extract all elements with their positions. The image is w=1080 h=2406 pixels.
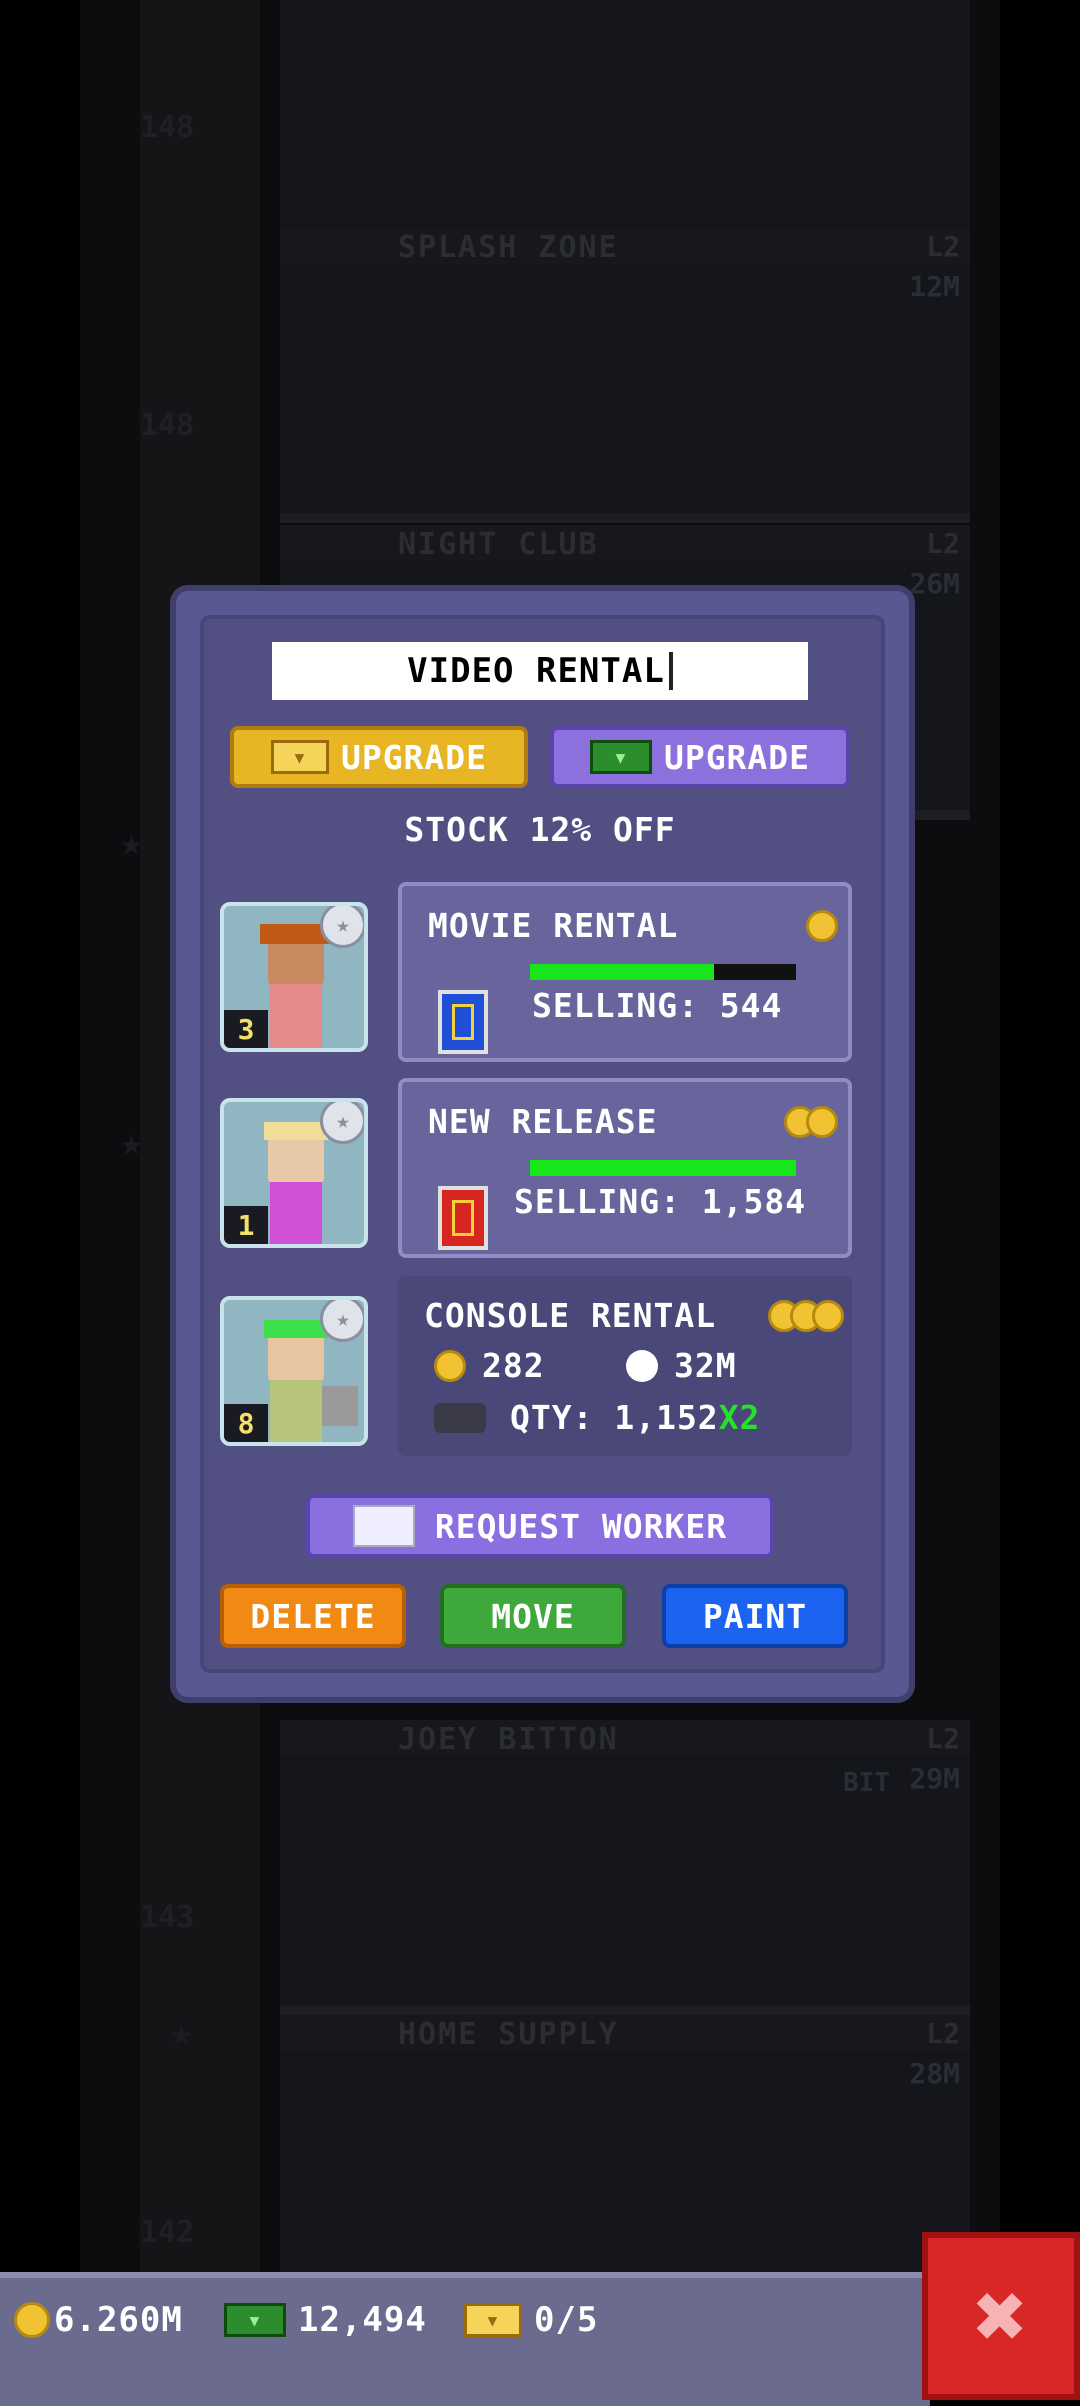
- hair-icon: [264, 1122, 328, 1140]
- store-sign: BIT: [843, 1768, 890, 1798]
- floor-header: HOME SUPPLY L2: [280, 2015, 970, 2052]
- restock-time-value: 32M: [674, 1346, 737, 1385]
- request-worker-button[interactable]: REQUEST WORKER: [306, 1494, 774, 1558]
- video-tape-icon: [438, 1186, 488, 1250]
- floor-number: 148: [140, 110, 195, 145]
- quantity-value: QTY: 1,152: [510, 1398, 719, 1437]
- golden-ticket-icon: ▼: [464, 2303, 522, 2337]
- video-tape-icon: [438, 990, 488, 1054]
- move-label: MOVE: [491, 1596, 575, 1636]
- floor-name: SPLASH ZONE: [398, 230, 619, 265]
- stock-progress-fill: [530, 964, 714, 980]
- coin-tier-icon: [784, 1106, 838, 1138]
- floor-price: 29M: [909, 1762, 960, 1795]
- golden-ticket-icon: ▼: [270, 740, 329, 774]
- floor-name: NIGHT CLUB: [398, 527, 599, 562]
- worker-level: 3: [224, 1010, 268, 1048]
- worker-body: [270, 1182, 322, 1244]
- floor-header: SPLASH ZONE L2: [280, 228, 970, 265]
- floor-level: L2: [926, 2017, 960, 2050]
- floor-header: JOEY BITTON L2: [280, 1720, 970, 1757]
- restock-cost: 282: [434, 1346, 545, 1385]
- stock-progress-bar: [530, 964, 796, 980]
- upgrade-gold-button[interactable]: ▼ UPGRADE: [230, 726, 528, 788]
- move-button[interactable]: MOVE: [440, 1584, 626, 1648]
- star-icon: ★: [120, 1120, 143, 1164]
- request-worker-label: REQUEST WORKER: [434, 1506, 728, 1546]
- coin-tier-icon: [768, 1300, 844, 1332]
- coins-value: 6.260M: [54, 2300, 183, 2340]
- star-icon: ★: [320, 906, 364, 948]
- restock-time: 32M: [626, 1346, 737, 1385]
- worker-avatar[interactable]: 3 ★: [220, 902, 368, 1052]
- restock-cost-value: 282: [482, 1346, 545, 1385]
- worker-level: 8: [224, 1404, 268, 1442]
- floor-price: 26M: [909, 567, 960, 600]
- floor-number: 142: [140, 2215, 195, 2250]
- bux-icon: ▼: [224, 2303, 286, 2337]
- hair-icon: [264, 1320, 328, 1338]
- game-controller-icon: [434, 1402, 486, 1433]
- floor-name: HOME SUPPLY: [398, 2017, 619, 2052]
- worker-level: 1: [224, 1206, 268, 1244]
- multiplier-badge: X2: [718, 1398, 761, 1437]
- coin-tier-icon: [806, 910, 838, 942]
- floor-level: L2: [926, 1722, 960, 1755]
- floor-number: 143: [140, 1900, 195, 1935]
- tickets-value: 0/5: [534, 2300, 599, 2340]
- floor-name: JOEY BITTON: [398, 1722, 619, 1757]
- floor-home-supply: HOME SUPPLY L2 28M 142: [140, 2015, 970, 2310]
- product-slot-new-release[interactable]: NEW RELEASE SELLING: 1,584: [398, 1078, 852, 1258]
- store-name-text: VIDEO RENTAL: [407, 651, 665, 691]
- store-name-input[interactable]: VIDEO RENTAL: [272, 642, 808, 700]
- product-name: MOVIE RENTAL: [428, 906, 679, 945]
- coins-display: 6.260M: [14, 2300, 183, 2340]
- mail-icon: [352, 1505, 415, 1547]
- product-slot-console-rental[interactable]: CONSOLE RENTAL 282 32M QTY: 1,152 X2: [398, 1276, 852, 1456]
- stock-progress-bar: [530, 1160, 796, 1176]
- worker-avatar[interactable]: 1 ★: [220, 1098, 368, 1248]
- floor-price: 12M: [909, 270, 960, 303]
- upgrade-bux-label: UPGRADE: [663, 737, 811, 777]
- worker-avatar[interactable]: 8 ★: [220, 1296, 368, 1446]
- selling-count: SELLING: 544: [532, 986, 783, 1025]
- floor-price: 28M: [909, 2057, 960, 2090]
- star-icon: ★: [120, 820, 143, 864]
- coin-icon: [434, 1349, 466, 1382]
- bux-icon: ▼: [589, 740, 652, 774]
- clock-icon: [626, 1349, 658, 1382]
- product-quantity: QTY: 1,152 X2: [434, 1398, 760, 1437]
- cat-icon: [322, 1386, 358, 1426]
- selling-count: SELLING: 1,584: [514, 1182, 807, 1221]
- coin-icon: [14, 2302, 50, 2338]
- upgrade-gold-label: UPGRADE: [340, 737, 488, 777]
- stock-progress-fill: [530, 1160, 796, 1176]
- tickets-display: ▼ 0/5: [464, 2300, 598, 2340]
- star-icon: ★: [320, 1300, 364, 1342]
- floor-number: 148: [140, 408, 195, 443]
- floor-level: L2: [926, 527, 960, 560]
- floor-level: L2: [926, 230, 960, 263]
- delete-button[interactable]: DELETE: [220, 1584, 406, 1648]
- product-name: NEW RELEASE: [428, 1102, 658, 1141]
- floor-joey-bitton: JOEY BITTON L2 29M BIT 143: [140, 1720, 970, 2015]
- star-icon: ★: [170, 2010, 193, 2054]
- close-icon: ✖: [973, 2263, 1029, 2369]
- star-icon: ★: [320, 1102, 364, 1144]
- delete-label: DELETE: [250, 1596, 376, 1636]
- bux-display: ▼ 12,494: [224, 2300, 427, 2340]
- product-name: CONSOLE RENTAL: [424, 1296, 717, 1335]
- product-slot-movie-rental[interactable]: MOVIE RENTAL SELLING: 544: [398, 882, 852, 1062]
- upgrade-bux-button[interactable]: ▼ UPGRADE: [550, 726, 850, 788]
- paint-label: PAINT: [702, 1596, 808, 1636]
- worker-body: [270, 984, 322, 1048]
- stock-discount-text: STOCK 12% OFF: [404, 810, 676, 849]
- paint-button[interactable]: PAINT: [662, 1584, 848, 1648]
- text-caret: [668, 652, 673, 690]
- worker-body: [270, 1380, 322, 1442]
- floor-header: NIGHT CLUB L2: [280, 525, 970, 562]
- close-button[interactable]: ✖: [922, 2232, 1080, 2400]
- floor-splash-zone: SPLASH ZONE L2 12M 148: [140, 228, 970, 523]
- bux-value: 12,494: [298, 2300, 427, 2340]
